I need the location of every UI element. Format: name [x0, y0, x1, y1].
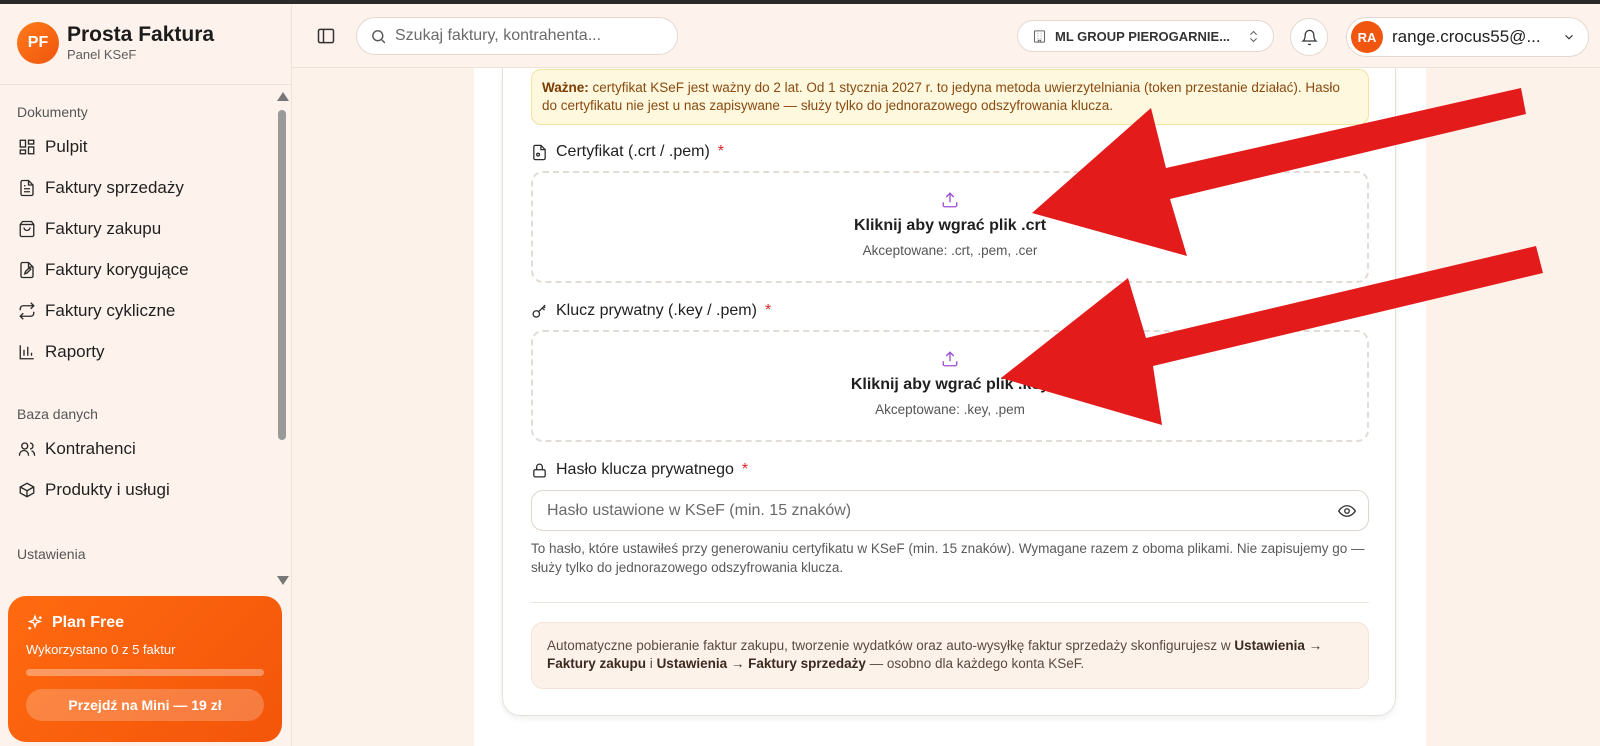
sidebar-item-faktury-cykliczne[interactable]: Faktury cykliczne [0, 290, 276, 331]
sidebar-item-label: Faktury cykliczne [45, 300, 176, 320]
private-key-dropzone-accepted: Akceptowane: .key, .pem [875, 402, 1025, 417]
users-icon [18, 441, 36, 456]
app-logo: PF [17, 22, 59, 64]
required-marker: * [764, 302, 772, 319]
private-key-dropzone[interactable]: Kliknij aby wgrać plik .key Akceptowane:… [531, 330, 1369, 442]
app-subtitle: Panel KSeF [67, 47, 137, 62]
bell-icon [1300, 29, 1318, 45]
plan-title-text: Plan Free [52, 614, 125, 631]
upgrade-plan-button[interactable]: Przejdź na Mini — 19 zł [26, 689, 264, 721]
document-edit-icon [20, 261, 34, 278]
info-link-sales-settings: Ustawienia → Faktury sprzedaży [656, 656, 866, 671]
sidebar-item-faktury-sprzedazy[interactable]: Faktury sprzedaży [0, 167, 276, 208]
avatar: RA [1351, 21, 1383, 53]
certificate-dropzone-title: Kliknij aby wgrać plik .crt [853, 217, 1047, 234]
sidebar-item-faktury-korygujace[interactable]: Faktury korygujące [0, 249, 276, 290]
sidebar-item-faktury-zakupu[interactable]: Faktury zakupu [0, 208, 276, 249]
key-password-help: To hasło, które ustawiłeś przy generowan… [531, 541, 1365, 575]
sidebar-item-kontrahenci[interactable]: Kontrahenci [0, 428, 276, 469]
certificate-warning: Ważne: certyfikat KSeF jest ważny do 2 l… [531, 69, 1369, 125]
section-title-baza-danych: Baza danych [17, 406, 98, 422]
required-marker: * [741, 461, 749, 478]
sidebar-nav: Dokumenty Pulpit Faktury sprzedaży Faktu… [0, 86, 276, 586]
sidebar-item-label: Faktury korygujące [45, 259, 189, 279]
eye-icon[interactable] [1338, 502, 1356, 520]
bar-chart-icon [19, 344, 34, 359]
private-key-label: Klucz prywatny (.key / .pem) * [531, 302, 771, 320]
plan-title: Plan Free [26, 614, 264, 632]
sidebar-item-label: Produkty i usługi [45, 479, 170, 499]
building-icon [1033, 29, 1046, 43]
sidebar-item-raporty[interactable]: Raporty [0, 331, 276, 372]
upload-icon [942, 192, 958, 208]
certificate-dropzone-accepted: Akceptowane: .crt, .pem, .cer [862, 243, 1038, 258]
key-password-label: Hasło klucza prywatnego * [531, 461, 748, 479]
plan-usage-bar [26, 669, 264, 676]
sidebar-divider [0, 84, 292, 85]
upload-icon [942, 351, 958, 367]
search-box[interactable] [356, 17, 678, 55]
key-password-field[interactable] [531, 490, 1369, 531]
sidebar-item-pulpit[interactable]: Pulpit [0, 126, 276, 167]
section-title-ustawienia: Ustawienia [17, 546, 86, 562]
warning-label: Ważne: [542, 80, 589, 95]
chevron-down-icon [1565, 34, 1573, 40]
sidebar-scrollbar[interactable] [276, 90, 289, 588]
certificate-label-text: Certyfikat (.crt / .pem) [556, 143, 710, 160]
scrollbar-thumb[interactable] [278, 110, 286, 440]
app-name: Prosta Faktura [67, 23, 215, 46]
section-divider [531, 602, 1369, 603]
repeat-icon [19, 301, 35, 320]
warning-text: certyfikat KSeF jest ważny do 2 lat. Od … [542, 80, 1340, 113]
notifications-button[interactable] [1290, 18, 1328, 56]
key-password-label-text: Hasło klucza prywatnego [556, 461, 734, 478]
plan-usage: Wykorzystano 0 z 5 faktur [26, 642, 176, 657]
private-key-dropzone-title: Kliknij aby wgrać plik .key [850, 376, 1050, 393]
sidebar: PF Prosta Faktura Panel KSeF Dokumenty P… [0, 4, 292, 746]
chevrons-up-down-icon [1249, 30, 1258, 42]
sidebar-item-label: Faktury zakupu [45, 218, 162, 238]
certificate-dropzone[interactable]: Kliknij aby wgrać plik .crt Akceptowane:… [531, 171, 1369, 283]
company-name: ML GROUP PIEROGARNIE... [1055, 28, 1231, 44]
package-icon [19, 481, 35, 498]
required-marker: * [717, 143, 725, 160]
scroll-up-arrow-icon[interactable] [277, 92, 289, 101]
info-mid: i [649, 656, 653, 671]
lock-icon [533, 463, 546, 478]
sidebar-item-label: Raporty [45, 341, 105, 361]
section-title-dokumenty: Dokumenty [17, 104, 88, 120]
sidebar-item-label: Faktury sprzedaży [45, 177, 184, 197]
key-password-input[interactable] [547, 501, 1307, 520]
private-key-label-text: Klucz prywatny (.key / .pem) [556, 302, 757, 319]
scroll-down-arrow-icon[interactable] [277, 576, 289, 585]
automation-info: Automatyczne pobieranie faktur zakupu, t… [531, 622, 1369, 689]
sparkles-icon [27, 614, 43, 630]
shopping-bag-icon [19, 220, 35, 237]
company-selector[interactable]: ML GROUP PIEROGARNIE... [1017, 20, 1274, 52]
key-icon [532, 304, 546, 318]
info-prefix: Automatyczne pobieranie faktur zakupu, t… [547, 638, 1231, 653]
certificate-label: Certyfikat (.crt / .pem) * [531, 143, 724, 161]
sidebar-toggle-icon[interactable] [316, 26, 336, 46]
dashboard-icon [19, 139, 35, 154]
top-header: ML GROUP PIEROGARNIE... RA range.crocus5… [292, 4, 1600, 68]
file-certificate-icon [533, 144, 546, 160]
search-icon [372, 29, 386, 43]
sidebar-item-produkty-i-uslugi[interactable]: Produkty i usługi [0, 469, 276, 510]
brand[interactable]: PF Prosta Faktura Panel KSeF [17, 22, 214, 64]
plan-card: Plan Free Wykorzystano 0 z 5 faktur Prze… [8, 596, 282, 742]
user-email: range.crocus55@... [1392, 27, 1541, 46]
sidebar-item-label: Kontrahenci [45, 438, 136, 458]
sidebar-item-label: Pulpit [45, 136, 88, 156]
document-icon [20, 179, 34, 196]
user-menu[interactable]: RA range.crocus55@... [1346, 17, 1589, 57]
info-suffix: — osobno dla każdego konta KSeF. [869, 656, 1085, 671]
search-input[interactable] [395, 27, 665, 45]
